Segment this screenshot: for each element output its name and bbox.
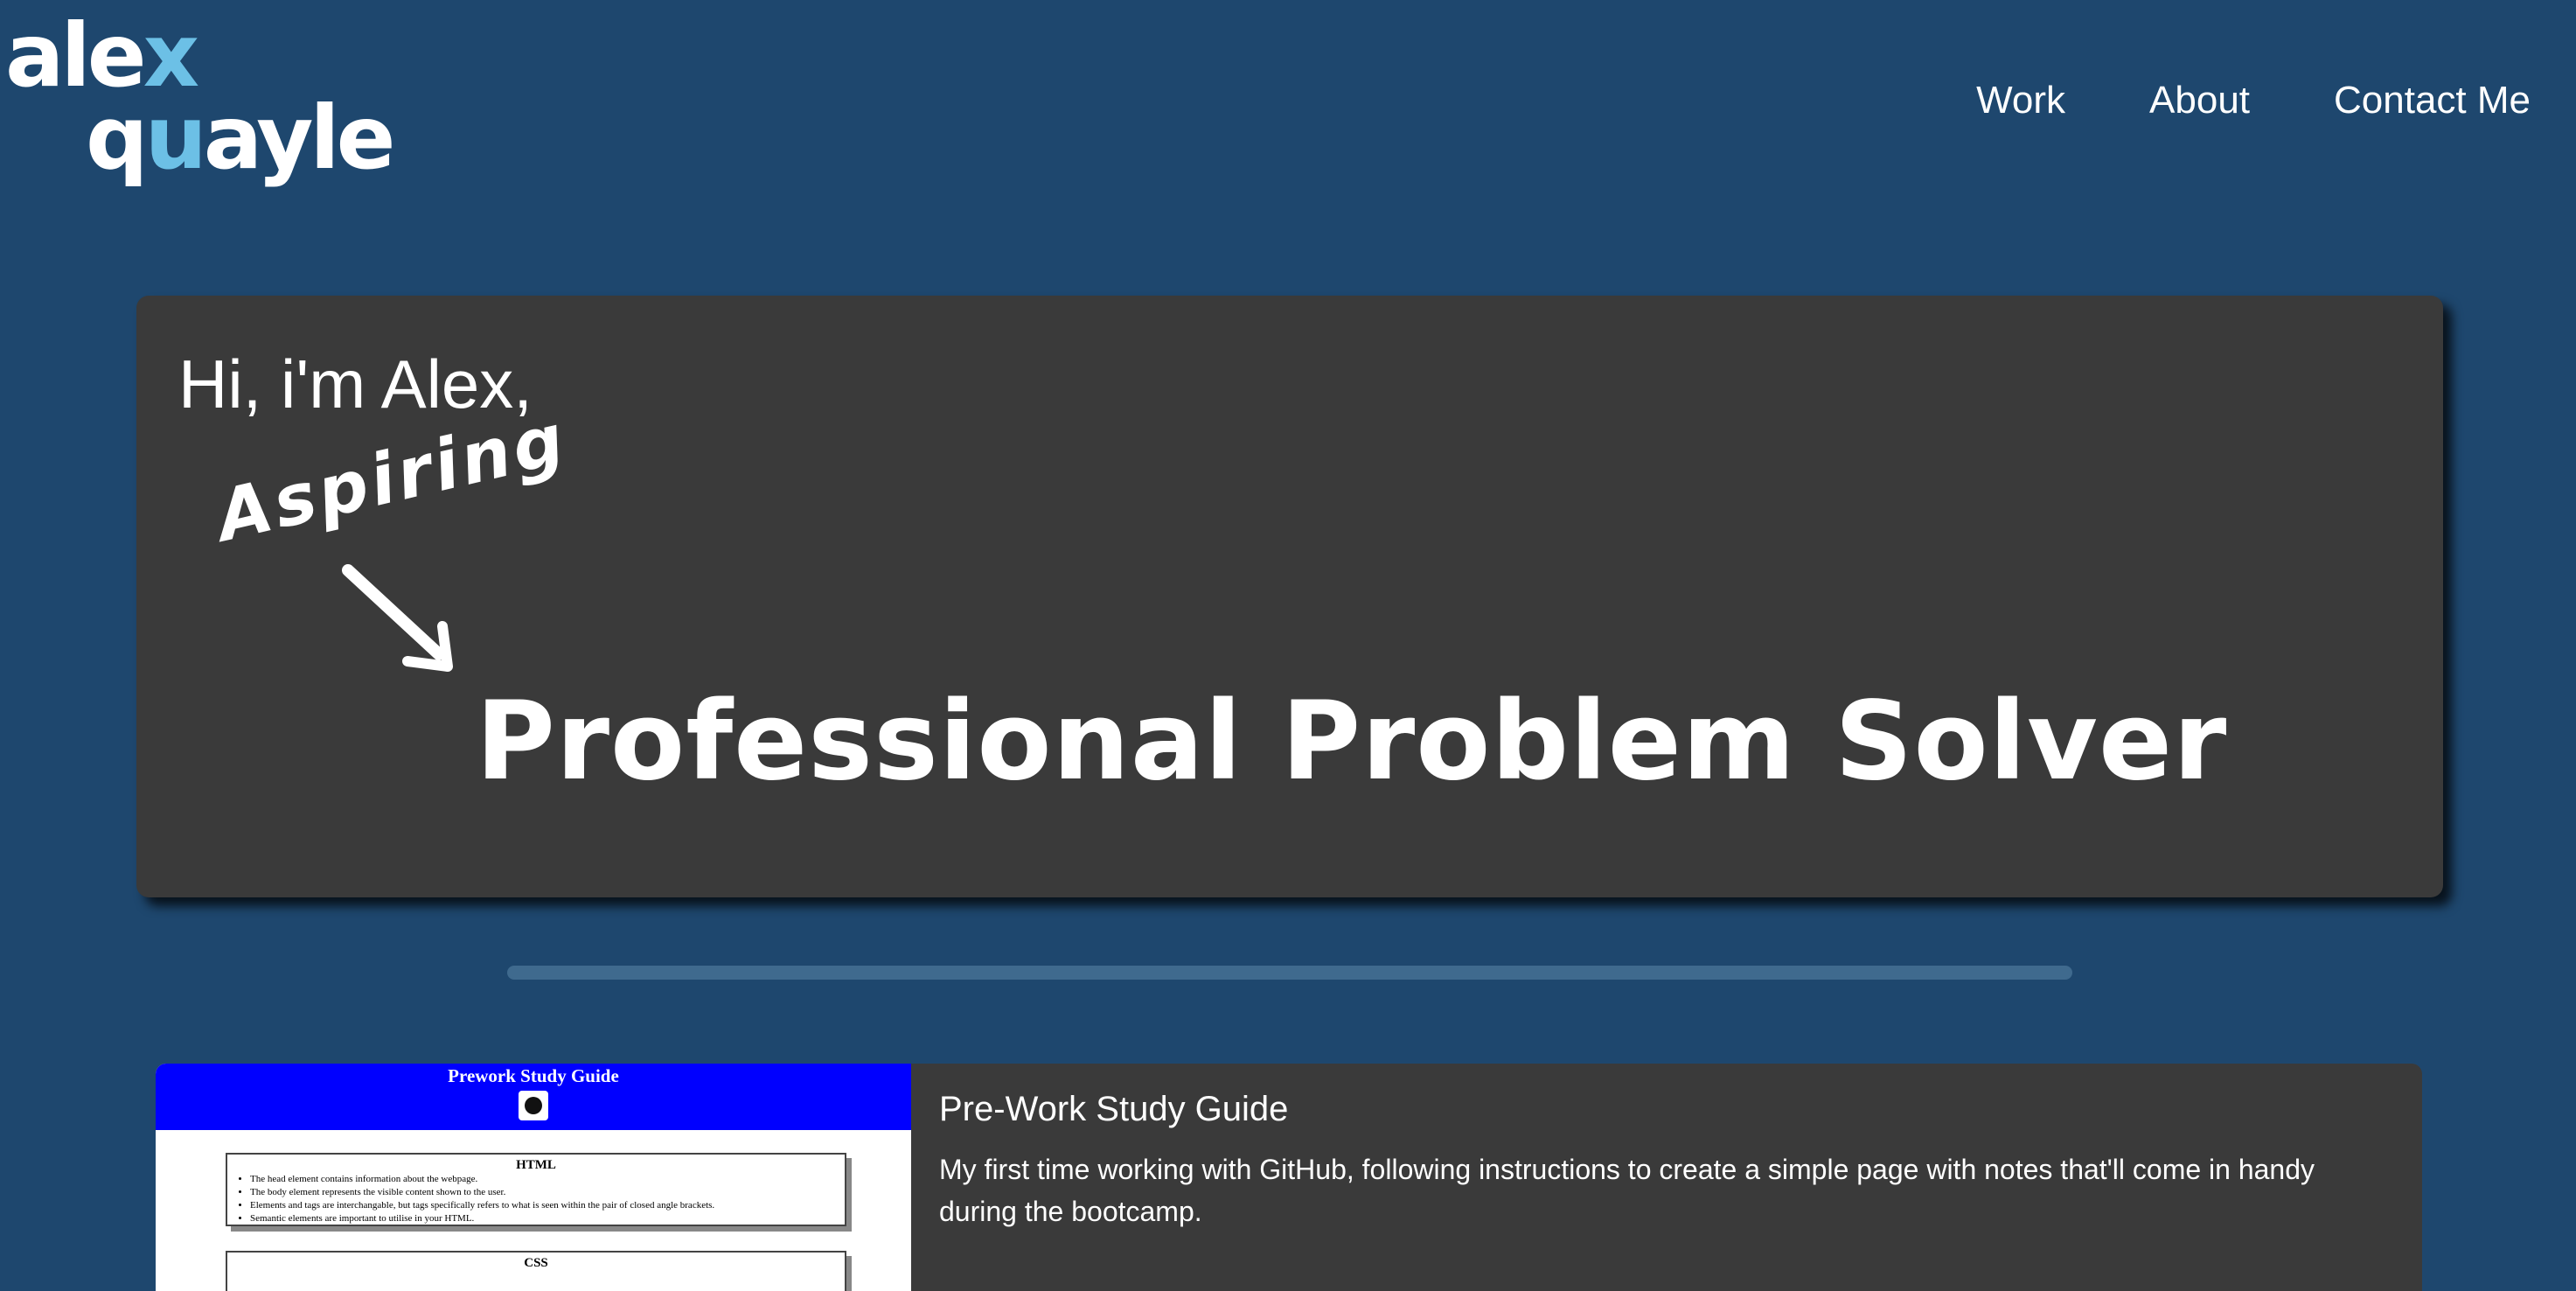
site-logo[interactable]: alex quayle xyxy=(5,12,395,196)
thumbnail-css-section: CSS xyxy=(226,1251,846,1291)
thumbnail-html-section: HTML The head element contains informati… xyxy=(226,1153,846,1226)
project-description: My first time working with GitHub, follo… xyxy=(939,1154,2315,1227)
project-card[interactable]: Prework Study Guide HTML The head elemen… xyxy=(156,1064,2422,1291)
thumbnail-html-heading: HTML xyxy=(516,1158,556,1172)
list-item: Semantic elements are important to utili… xyxy=(250,1212,836,1225)
thumbnail-title: Prework Study Guide xyxy=(448,1065,619,1086)
list-item: The body element represents the visible … xyxy=(250,1186,836,1199)
thumbnail-header: Prework Study Guide xyxy=(156,1064,911,1130)
nav-link-about[interactable]: About xyxy=(2149,79,2250,122)
nav-link-work[interactable]: Work xyxy=(1976,79,2065,122)
list-item: The head element contains information ab… xyxy=(250,1173,836,1186)
hero-headline: Professional Problem Solver xyxy=(476,679,2228,805)
nav-link-contact[interactable]: Contact Me xyxy=(2334,79,2531,122)
logo-last-name: quayle xyxy=(86,87,395,189)
hero-greeting: Hi, i'm Alex, xyxy=(178,345,533,422)
github-icon xyxy=(519,1091,548,1120)
list-item: Elements and tags are interchangable, bu… xyxy=(250,1199,836,1212)
project-info: Pre-Work Study Guide My first time worki… xyxy=(911,1064,2422,1291)
project-title[interactable]: Pre-Work Study Guide xyxy=(939,1090,2394,1129)
project-thumbnail[interactable]: Prework Study Guide HTML The head elemen… xyxy=(156,1064,911,1291)
hero-card: Hi, i'm Alex, Aspiring Professional Prob… xyxy=(136,296,2443,897)
section-divider xyxy=(507,966,2072,980)
thumbnail-html-notes: The head element contains information ab… xyxy=(236,1173,836,1225)
arrow-icon xyxy=(342,564,453,672)
thumbnail-css-heading: CSS xyxy=(524,1256,548,1270)
main-nav: Work About Contact Me xyxy=(1976,79,2531,122)
